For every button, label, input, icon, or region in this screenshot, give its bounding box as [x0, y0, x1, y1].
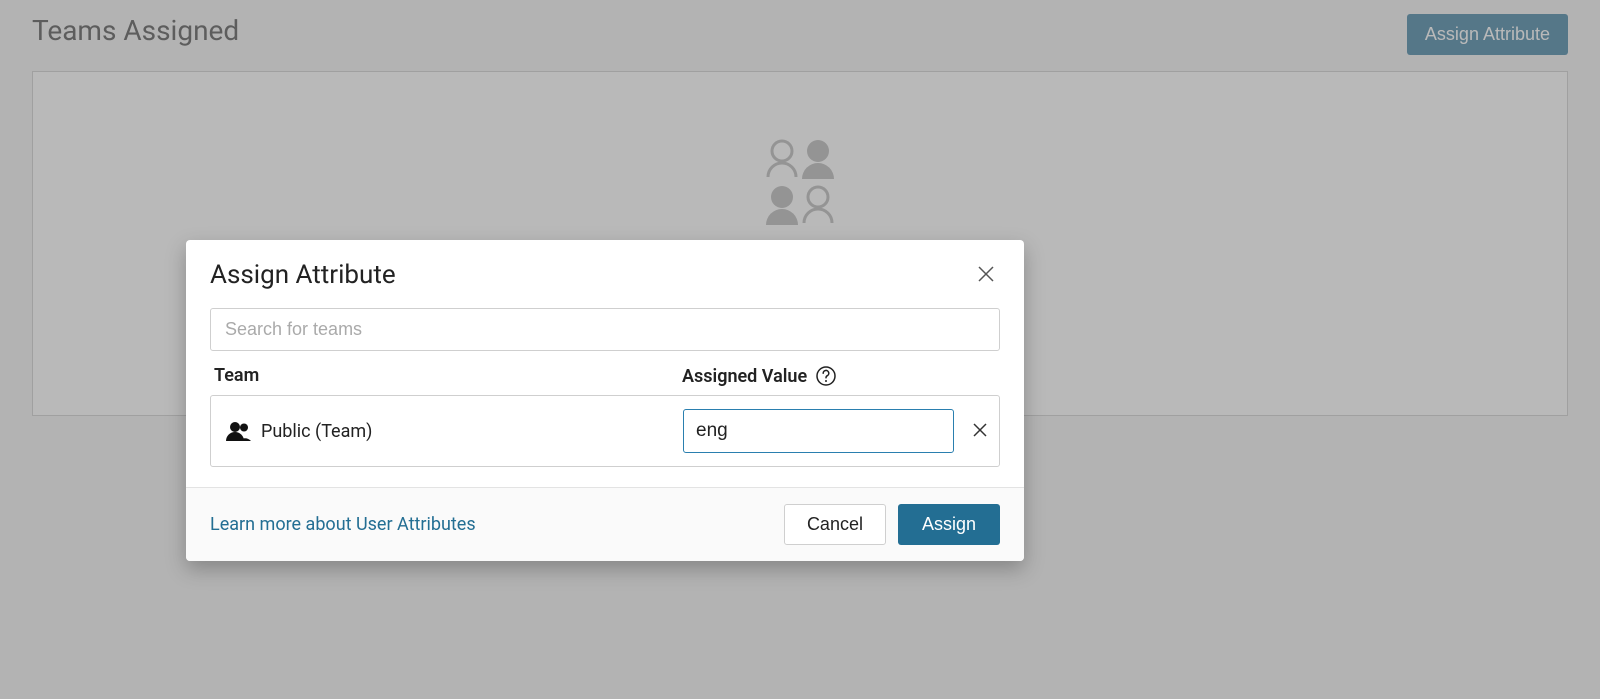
column-header-value: Assigned Value	[682, 366, 807, 387]
close-icon	[976, 264, 996, 284]
teams-table: Public (Team)	[210, 395, 1000, 467]
modal-title: Assign Attribute	[210, 260, 396, 290]
assigned-value-help-icon[interactable]	[815, 365, 837, 387]
cancel-button[interactable]: Cancel	[784, 504, 886, 545]
search-teams-input[interactable]	[210, 308, 1000, 351]
assign-button[interactable]: Assign	[898, 504, 1000, 545]
learn-more-link[interactable]: Learn more about User Attributes	[210, 514, 476, 535]
assign-attribute-modal: Assign Attribute Team Assigned Value	[186, 240, 1024, 561]
column-header-team: Team	[210, 365, 682, 387]
team-name: Public (Team)	[261, 421, 372, 442]
assigned-value-input[interactable]	[683, 409, 954, 453]
clear-icon	[972, 422, 988, 438]
team-icon	[225, 421, 251, 441]
clear-value-button[interactable]	[966, 416, 994, 447]
close-modal-button[interactable]	[972, 260, 1000, 288]
team-row: Public (Team)	[211, 396, 999, 466]
